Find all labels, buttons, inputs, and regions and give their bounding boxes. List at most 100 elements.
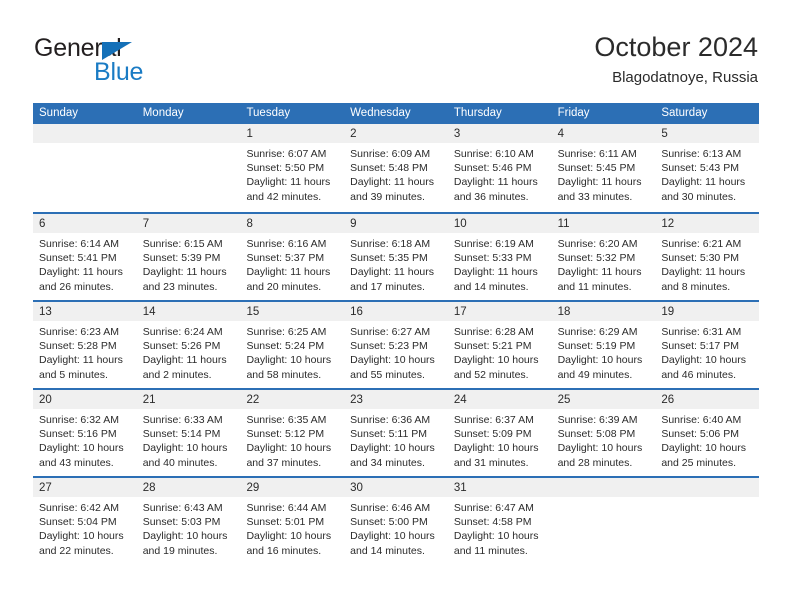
day-detail-line: Sunset: 5:11 PM bbox=[350, 428, 428, 441]
day-detail-line: and 11 minutes. bbox=[453, 544, 528, 557]
day-detail-line: Sunset: 5:30 PM bbox=[661, 252, 739, 265]
day-cell-25[interactable]: 25 Sunrise: 6:39 AM Sunset: 5:08 PM Dayligh… bbox=[551, 390, 656, 476]
day-cell-6[interactable]: 6 Sunrise: 6:14 AM Sunset: 5:41 PM Daylight… bbox=[33, 214, 137, 300]
day-detail-line: Sunrise: 6:32 AM bbox=[39, 414, 119, 426]
calendar-grid: Sunday Monday Tuesday Wednesday Thursday Frid… bbox=[33, 103, 760, 564]
day-detail-line: Daylight: 11 hours bbox=[661, 176, 746, 189]
day-number-band: 28 bbox=[136, 478, 241, 497]
calendar-weeks: 1 Sunrise: 6:07 AM Sunset: 5:50 PM Daylight… bbox=[33, 124, 760, 564]
day-cell-11[interactable]: 11 Sunrise: 6:20 AM Sunset: 5:32 PM Dayligh… bbox=[551, 214, 656, 300]
day-cell-29[interactable]: 29 Sunrise: 6:44 AM Sunset: 5:01 PM Dayligh… bbox=[240, 478, 345, 564]
day-cell-16[interactable]: 16 Sunrise: 6:27 AM Sunset: 5:23 PM Dayligh… bbox=[344, 302, 448, 388]
day-detail-line: Sunrise: 6:11 AM bbox=[557, 148, 637, 160]
day-detail-line: Sunset: 5:09 PM bbox=[453, 428, 532, 441]
day-detail-line: Daylight: 10 hours bbox=[557, 354, 643, 367]
day-number: 7 bbox=[142, 218, 150, 230]
day-cell-18[interactable]: 18 Sunrise: 6:29 AM Sunset: 5:19 PM Dayligh… bbox=[551, 302, 656, 388]
day-cell-8[interactable]: 8 Sunrise: 6:16 AM Sunset: 5:37 PM Daylight… bbox=[240, 214, 345, 300]
day-cell-31[interactable]: 31 Sunrise: 6:47 AM Sunset: 4:58 PM Dayligh… bbox=[447, 478, 552, 564]
day-cell-19[interactable]: 19 Sunrise: 6:31 AM Sunset: 5:17 PM Dayligh… bbox=[655, 302, 760, 388]
day-number-band: 1 bbox=[240, 124, 345, 143]
day-detail-line: Daylight: 10 hours bbox=[453, 354, 539, 367]
day-cell-5[interactable]: 5 Sunrise: 6:13 AM Sunset: 5:43 PM Daylight… bbox=[655, 124, 760, 212]
day-number-band: 16 bbox=[344, 302, 448, 321]
day-cell-26[interactable]: 26 Sunrise: 6:40 AM Sunset: 5:06 PM Dayligh… bbox=[655, 390, 760, 476]
day-detail-line: Daylight: 10 hours bbox=[350, 530, 435, 543]
day-detail-line: Sunrise: 6:28 AM bbox=[453, 326, 534, 338]
day-cell-12[interactable]: 12 Sunrise: 6:21 AM Sunset: 5:30 PM Dayligh… bbox=[655, 214, 760, 300]
day-details bbox=[33, 143, 137, 147]
day-number-band: 24 bbox=[447, 390, 552, 409]
day-cell-15[interactable]: 15 Sunrise: 6:25 AM Sunset: 5:24 PM Dayligh… bbox=[240, 302, 345, 388]
day-detail-line: Sunrise: 6:33 AM bbox=[142, 414, 223, 426]
day-cell-empty bbox=[551, 478, 656, 564]
day-detail-line: Daylight: 10 hours bbox=[246, 530, 332, 543]
day-detail-line: and 33 minutes. bbox=[557, 190, 633, 203]
day-detail-line: Sunrise: 6:13 AM bbox=[661, 148, 742, 160]
day-cell-30[interactable]: 30 Sunrise: 6:46 AM Sunset: 5:00 PM Dayligh… bbox=[344, 478, 448, 564]
day-cell-21[interactable]: 21 Sunrise: 6:33 AM Sunset: 5:14 PM Dayligh… bbox=[136, 390, 241, 476]
day-cell-17[interactable]: 17 Sunrise: 6:28 AM Sunset: 5:21 PM Dayligh… bbox=[447, 302, 552, 388]
day-cell-14[interactable]: 14 Sunrise: 6:24 AM Sunset: 5:26 PM Dayligh… bbox=[136, 302, 241, 388]
day-detail-line: Daylight: 10 hours bbox=[246, 354, 332, 367]
general-blue-logo[interactable]: General Blue bbox=[34, 34, 224, 90]
calendar-week-row: 13 Sunrise: 6:23 AM Sunset: 5:28 PM Dayligh… bbox=[33, 300, 760, 388]
day-cell-13[interactable]: 13 Sunrise: 6:23 AM Sunset: 5:28 PM Dayligh… bbox=[33, 302, 137, 388]
day-cell-4[interactable]: 4 Sunrise: 6:11 AM Sunset: 5:45 PM Daylight… bbox=[551, 124, 656, 212]
day-detail-line: Daylight: 10 hours bbox=[142, 442, 228, 455]
day-cell-28[interactable]: 28 Sunrise: 6:43 AM Sunset: 5:03 PM Dayligh… bbox=[136, 478, 241, 564]
day-cell-20[interactable]: 20 Sunrise: 6:32 AM Sunset: 5:16 PM Dayligh… bbox=[33, 390, 137, 476]
day-detail-line: Sunrise: 6:19 AM bbox=[453, 238, 534, 250]
day-number-band: 4 bbox=[551, 124, 656, 143]
day-number-band bbox=[655, 478, 760, 497]
day-details: Sunrise: 6:46 AM Sunset: 5:00 PM Daylight:… bbox=[344, 497, 448, 558]
day-number-band: 3 bbox=[447, 124, 552, 143]
day-detail-line: Sunset: 5:33 PM bbox=[453, 252, 532, 265]
day-detail-line: Daylight: 10 hours bbox=[39, 442, 124, 455]
day-detail-line: Daylight: 11 hours bbox=[246, 176, 331, 189]
day-number-band: 18 bbox=[551, 302, 656, 321]
day-number: 9 bbox=[350, 218, 357, 230]
day-cell-27[interactable]: 27 Sunrise: 6:42 AM Sunset: 5:04 PM Dayligh… bbox=[33, 478, 137, 564]
day-detail-line: Sunset: 5:48 PM bbox=[350, 162, 428, 175]
day-details: Sunrise: 6:39 AM Sunset: 5:08 PM Daylight:… bbox=[552, 409, 656, 470]
calendar-week-row: 27 Sunrise: 6:42 AM Sunset: 5:04 PM Dayligh… bbox=[33, 476, 760, 564]
day-number-band: 14 bbox=[136, 302, 241, 321]
day-cell-1[interactable]: 1 Sunrise: 6:07 AM Sunset: 5:50 PM Daylight… bbox=[240, 124, 345, 212]
day-cell-22[interactable]: 22 Sunrise: 6:35 AM Sunset: 5:12 PM Dayligh… bbox=[240, 390, 345, 476]
weekday-header-thursday: Thursday bbox=[453, 107, 502, 119]
calendar-page: General Blue October 2024 Blagodatnoye, … bbox=[0, 0, 792, 612]
day-cell-empty bbox=[33, 124, 137, 212]
day-detail-line: Sunset: 5:21 PM bbox=[453, 340, 532, 353]
day-detail-line: Sunrise: 6:24 AM bbox=[142, 326, 223, 338]
day-detail-line: Sunset: 5:12 PM bbox=[246, 428, 325, 441]
day-detail-line: and 5 minutes. bbox=[39, 368, 108, 381]
day-detail-line: Daylight: 11 hours bbox=[350, 176, 435, 189]
weekday-header-tuesday: Tuesday bbox=[246, 107, 291, 119]
day-detail-line: Daylight: 10 hours bbox=[246, 442, 332, 455]
day-detail-line: Sunrise: 6:23 AM bbox=[39, 326, 119, 338]
weekday-header-monday: Monday bbox=[142, 107, 184, 119]
day-detail-line: Sunrise: 6:47 AM bbox=[453, 502, 534, 514]
day-cell-2[interactable]: 2 Sunrise: 6:09 AM Sunset: 5:48 PM Daylight… bbox=[344, 124, 448, 212]
day-cell-10[interactable]: 10 Sunrise: 6:19 AM Sunset: 5:33 PM Dayligh… bbox=[447, 214, 552, 300]
day-number-band: 7 bbox=[136, 214, 241, 233]
day-cell-9[interactable]: 9 Sunrise: 6:18 AM Sunset: 5:35 PM Daylight… bbox=[344, 214, 448, 300]
day-detail-line: and 16 minutes. bbox=[246, 544, 322, 557]
day-detail-line: Daylight: 11 hours bbox=[246, 266, 331, 279]
day-detail-line: Daylight: 10 hours bbox=[453, 442, 539, 455]
day-detail-line: Daylight: 10 hours bbox=[142, 530, 228, 543]
day-number-band: 21 bbox=[136, 390, 241, 409]
day-number-band: 12 bbox=[655, 214, 760, 233]
day-cell-7[interactable]: 7 Sunrise: 6:15 AM Sunset: 5:39 PM Daylight… bbox=[136, 214, 241, 300]
day-details: Sunrise: 6:36 AM Sunset: 5:11 PM Daylight:… bbox=[344, 409, 448, 470]
day-detail-line: Sunrise: 6:14 AM bbox=[39, 238, 119, 250]
day-number-band bbox=[136, 124, 241, 143]
day-cell-3[interactable]: 3 Sunrise: 6:10 AM Sunset: 5:46 PM Daylight… bbox=[447, 124, 552, 212]
day-cell-24[interactable]: 24 Sunrise: 6:37 AM Sunset: 5:09 PM Dayligh… bbox=[447, 390, 552, 476]
day-number-band: 31 bbox=[447, 478, 552, 497]
day-number-band: 30 bbox=[344, 478, 448, 497]
day-cell-23[interactable]: 23 Sunrise: 6:36 AM Sunset: 5:11 PM Dayligh… bbox=[344, 390, 448, 476]
day-detail-line: Sunset: 5:37 PM bbox=[246, 252, 325, 265]
day-detail-line: Daylight: 11 hours bbox=[453, 266, 538, 279]
